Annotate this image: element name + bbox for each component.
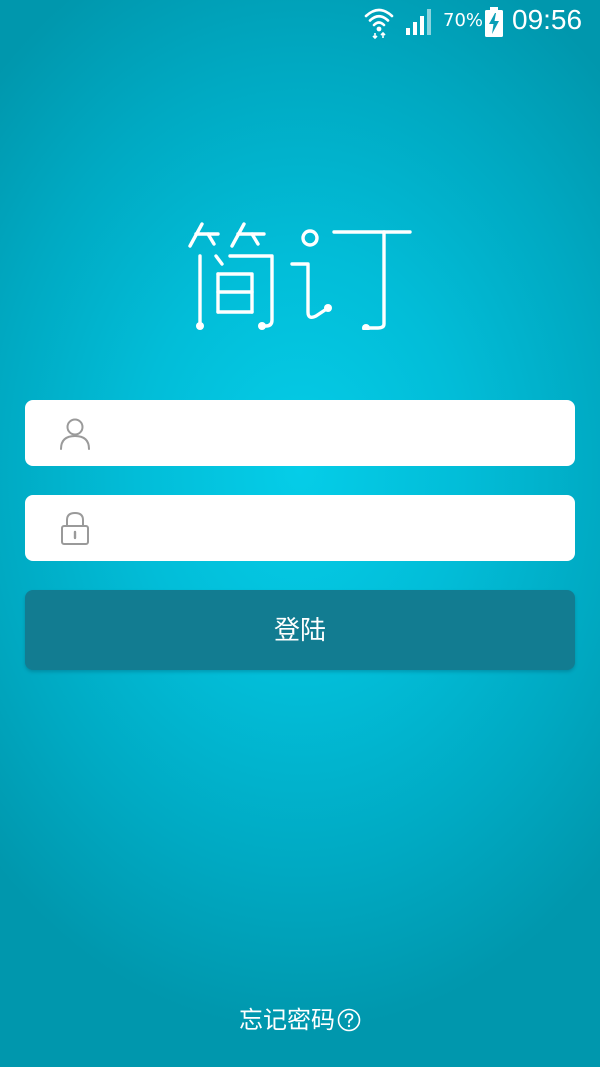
signal-icon [406, 9, 431, 35]
battery-percent: 70% [443, 10, 484, 31]
forgot-password-link[interactable]: 忘记密码 [0, 1000, 600, 1035]
question-circle-icon [337, 1008, 361, 1032]
password-field[interactable] [25, 495, 575, 561]
user-icon [60, 418, 90, 450]
login-screen: 70% 09:56 简订 [0, 0, 600, 1067]
clock: 09:56 [512, 4, 583, 35]
password-input[interactable] [115, 495, 555, 561]
forgot-password-label: 忘记密码 [239, 1006, 335, 1034]
login-button[interactable]: 登陆 [25, 590, 575, 670]
username-input[interactable] [115, 400, 555, 466]
lock-icon [61, 511, 89, 545]
wifi-icon [364, 8, 394, 40]
status-bar: 70% 09:56 [0, 0, 600, 46]
app-logo: 简订 [188, 220, 414, 332]
logo-lettering [188, 222, 412, 332]
username-field[interactable] [25, 400, 575, 466]
battery-charging-icon [485, 7, 503, 37]
